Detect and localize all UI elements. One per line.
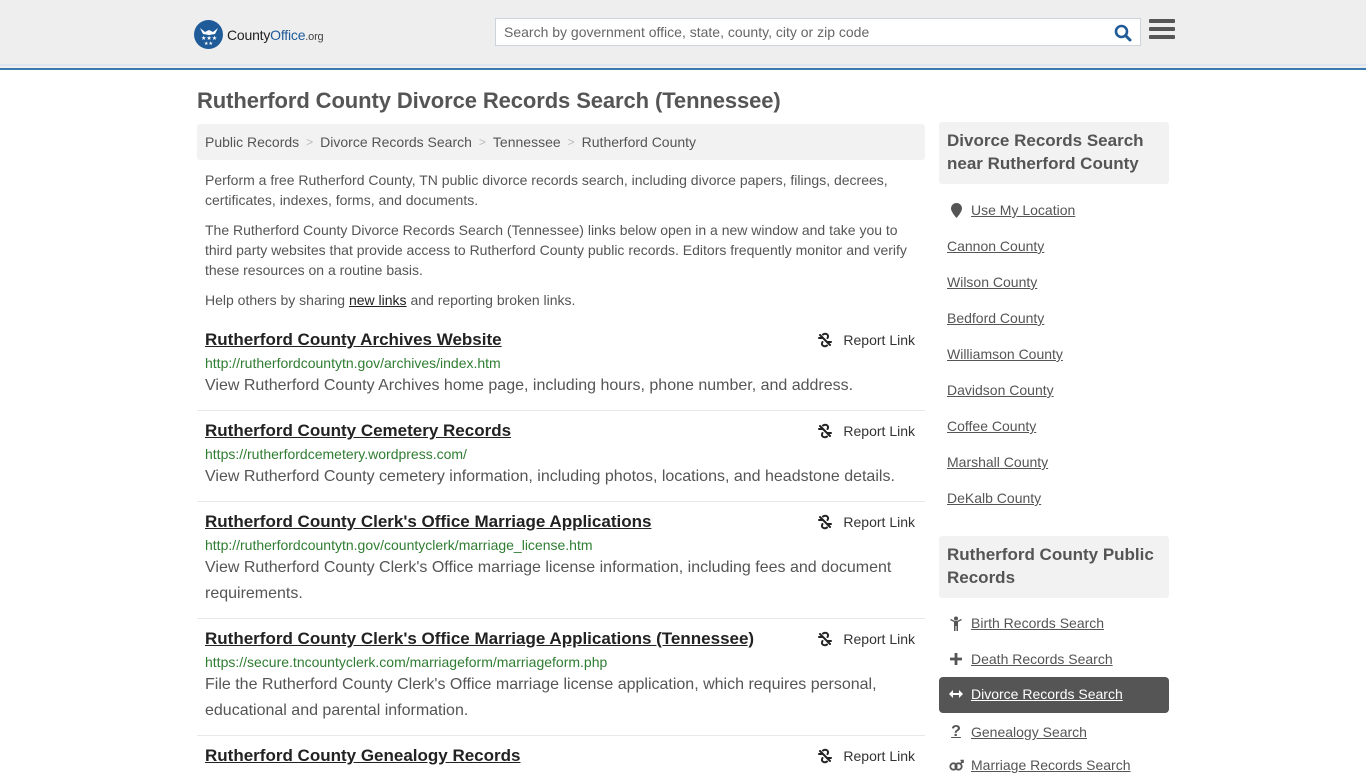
map-marker-icon bbox=[947, 202, 965, 218]
disclaimer-paragraph: The Rutherford County Divorce Records Se… bbox=[205, 222, 907, 278]
breadcrumb-public-records[interactable]: Public Records bbox=[205, 134, 299, 150]
breadcrumb-tennessee[interactable]: Tennessee bbox=[493, 134, 561, 150]
report-link-button[interactable]: Report Link bbox=[817, 514, 915, 530]
sidebar-item-label: Marriage Records Search bbox=[971, 757, 1131, 773]
broken-link-icon bbox=[818, 332, 833, 348]
listing-title-link[interactable]: Rutherford County Archives Website bbox=[205, 330, 502, 350]
use-my-location-label: Use My Location bbox=[971, 202, 1076, 218]
sidebar-item-divorce-records[interactable]: Divorce Records Search bbox=[947, 686, 1123, 702]
listing-url[interactable]: http://rutherfordcountytn.gov/archives/i… bbox=[205, 354, 917, 372]
report-link-button[interactable]: Report Link bbox=[817, 423, 915, 439]
listing-description: View Rutherford County Archives home pag… bbox=[205, 377, 854, 394]
public-records-heading: Rutherford County Public Records bbox=[939, 536, 1169, 598]
listing-item: Rutherford County Genealogy Records Repo… bbox=[197, 746, 925, 776]
broken-link-icon bbox=[818, 423, 833, 439]
use-my-location-link[interactable]: Use My Location bbox=[947, 202, 1075, 218]
question-icon: ? bbox=[951, 723, 961, 740]
listing-item: Rutherford County Clerk's Office Marriag… bbox=[197, 629, 925, 736]
breadcrumb-divorce-records-search[interactable]: Divorce Records Search bbox=[320, 134, 472, 150]
report-link-label: Report Link bbox=[843, 631, 915, 647]
breadcrumb: Public Records > Divorce Records Search … bbox=[197, 124, 925, 160]
nearby-county-link[interactable]: Williamson County bbox=[947, 346, 1063, 362]
listing-item: Rutherford County Archives Website Repor… bbox=[197, 330, 925, 411]
nearby-county-link[interactable]: DeKalb County bbox=[947, 490, 1041, 506]
search-button[interactable] bbox=[1112, 22, 1134, 44]
nearby-county-link[interactable]: Marshall County bbox=[947, 454, 1048, 470]
site-logo[interactable]: ★★★ ★★ CountyOffice.org bbox=[194, 20, 324, 49]
hamburger-menu-icon[interactable] bbox=[1149, 19, 1175, 43]
intro-paragraph: Perform a free Rutherford County, TN pub… bbox=[205, 172, 888, 208]
report-link-button[interactable]: Report Link bbox=[817, 332, 915, 348]
nearby-county-link[interactable]: Cannon County bbox=[947, 238, 1044, 254]
eagle-stars-icon: ★★★ ★★ bbox=[194, 20, 223, 49]
child-icon bbox=[947, 616, 965, 631]
breadcrumb-separator: > bbox=[567, 135, 575, 149]
sidebar-item-marriage-records[interactable]: Marriage Records Search bbox=[947, 757, 1131, 773]
sidebar-item-genealogy[interactable]: ? Genealogy Search bbox=[947, 723, 1087, 741]
nearby-county-link[interactable]: Wilson County bbox=[947, 274, 1037, 290]
plus-icon bbox=[947, 653, 965, 665]
report-link-button[interactable]: Report Link bbox=[817, 631, 915, 647]
sidebar-item-label: Birth Records Search bbox=[971, 615, 1105, 631]
nearby-county-link[interactable]: Bedford County bbox=[947, 310, 1044, 326]
sidebar-item-divorce-records-active[interactable]: Divorce Records Search bbox=[939, 677, 1169, 713]
listing-url[interactable]: https://secure.tncountyclerk.com/marriag… bbox=[205, 653, 917, 671]
listing-url[interactable]: http://rutherfordcountytn.gov/countycler… bbox=[205, 536, 917, 554]
sidebar-item-label: Death Records Search bbox=[971, 651, 1113, 667]
share-text-before: Help others by sharing bbox=[205, 292, 349, 308]
nearby-county-link[interactable]: Coffee County bbox=[947, 418, 1036, 434]
search-icon bbox=[1114, 24, 1132, 42]
broken-link-icon bbox=[818, 514, 833, 530]
new-links-link[interactable]: new links bbox=[349, 292, 407, 308]
svg-text:★★: ★★ bbox=[204, 41, 213, 45]
listing-item: Rutherford County Clerk's Office Marriag… bbox=[197, 512, 925, 619]
page-title: Rutherford County Divorce Records Search… bbox=[197, 88, 781, 113]
share-paragraph: Help others by sharing new links and rep… bbox=[205, 290, 920, 310]
report-link-label: Report Link bbox=[843, 514, 915, 530]
nearby-county-link[interactable]: Davidson County bbox=[947, 382, 1054, 398]
listing-description: File the Rutherford County Clerk's Offic… bbox=[205, 676, 877, 719]
sidebar-item-death-records[interactable]: Death Records Search bbox=[947, 651, 1113, 667]
listing-description: View Rutherford County Clerk's Office ma… bbox=[205, 559, 892, 602]
listing-title-link[interactable]: Rutherford County Genealogy Records bbox=[205, 746, 520, 766]
search-input[interactable] bbox=[496, 19, 1106, 45]
breadcrumb-separator: > bbox=[478, 135, 486, 149]
site-search bbox=[495, 18, 1141, 46]
sidebar-item-label: Divorce Records Search bbox=[971, 686, 1123, 702]
listing-title-link[interactable]: Rutherford County Cemetery Records bbox=[205, 421, 511, 441]
listing-title-link[interactable]: Rutherford County Clerk's Office Marriag… bbox=[205, 629, 754, 649]
sidebar-item-label: Genealogy Search bbox=[971, 724, 1087, 740]
arrows-horizontal-icon bbox=[947, 689, 965, 699]
share-text-after: and reporting broken links. bbox=[406, 292, 576, 308]
breadcrumb-separator: > bbox=[306, 135, 314, 149]
report-link-label: Report Link bbox=[843, 332, 915, 348]
nearby-heading: Divorce Records Search near Rutherford C… bbox=[939, 122, 1169, 184]
breadcrumb-rutherford-county[interactable]: Rutherford County bbox=[582, 134, 696, 150]
report-link-label: Report Link bbox=[843, 423, 915, 439]
gender-icon bbox=[947, 759, 965, 772]
listing-item: Rutherford County Cemetery Records Repor… bbox=[197, 421, 925, 502]
listing-description: View Rutherford County cemetery informat… bbox=[205, 468, 895, 485]
logo-text: CountyOffice.org bbox=[227, 26, 324, 43]
report-link-label: Report Link bbox=[843, 748, 915, 764]
top-header: ★★★ ★★ CountyOffice.org bbox=[0, 0, 1366, 70]
report-link-button[interactable]: Report Link bbox=[817, 748, 915, 764]
broken-link-icon bbox=[818, 748, 833, 764]
broken-link-icon bbox=[818, 631, 833, 647]
sidebar-item-birth-records[interactable]: Birth Records Search bbox=[947, 615, 1104, 631]
listing-url[interactable]: https://rutherfordcemetery.wordpress.com… bbox=[205, 445, 917, 463]
listing-title-link[interactable]: Rutherford County Clerk's Office Marriag… bbox=[205, 512, 651, 532]
